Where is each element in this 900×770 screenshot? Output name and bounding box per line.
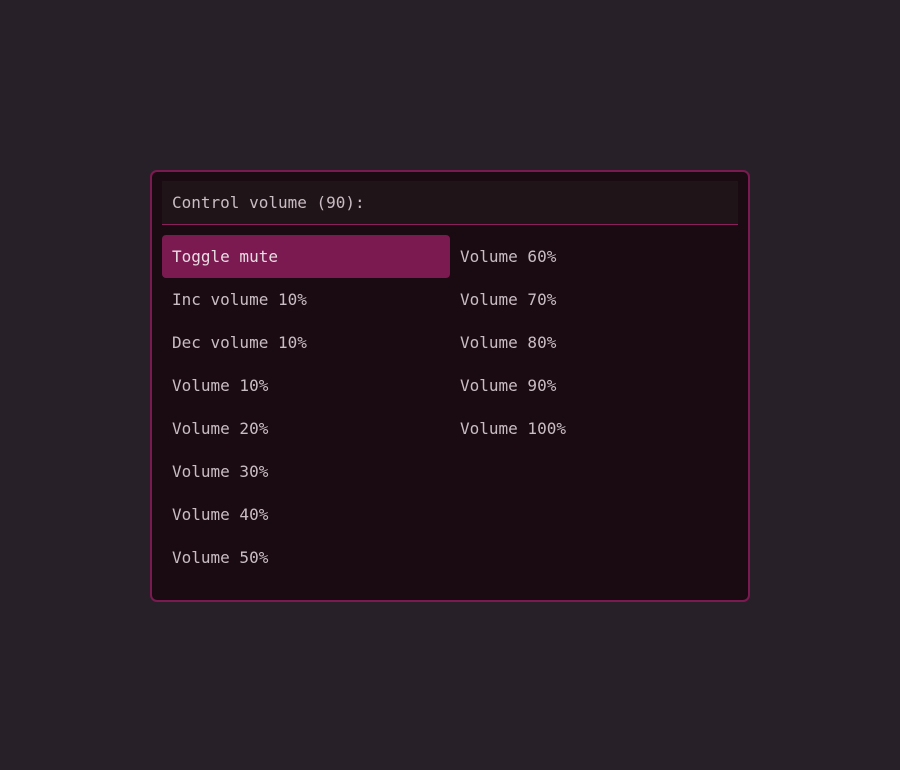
option-volume-10[interactable]: Volume 10%: [162, 364, 450, 407]
option-volume-100[interactable]: Volume 100%: [450, 407, 738, 450]
option-volume-40[interactable]: Volume 40%: [162, 493, 450, 536]
option-dec-volume-10[interactable]: Dec volume 10%: [162, 321, 450, 364]
prompt-bar[interactable]: Control volume (90):: [162, 181, 738, 225]
option-toggle-mute[interactable]: Toggle mute: [162, 235, 450, 278]
option-volume-20[interactable]: Volume 20%: [162, 407, 450, 450]
option-volume-60[interactable]: Volume 60%: [450, 235, 738, 278]
option-volume-80[interactable]: Volume 80%: [450, 321, 738, 364]
option-volume-30[interactable]: Volume 30%: [162, 450, 450, 493]
option-inc-volume-10[interactable]: Inc volume 10%: [162, 278, 450, 321]
options-list: Toggle mute Inc volume 10% Dec volume 10…: [162, 235, 738, 579]
volume-launcher-dialog: Control volume (90): Toggle mute Inc vol…: [150, 170, 750, 602]
option-volume-50[interactable]: Volume 50%: [162, 536, 450, 579]
option-volume-70[interactable]: Volume 70%: [450, 278, 738, 321]
prompt-label: Control volume (90):: [172, 193, 365, 212]
option-volume-90[interactable]: Volume 90%: [450, 364, 738, 407]
